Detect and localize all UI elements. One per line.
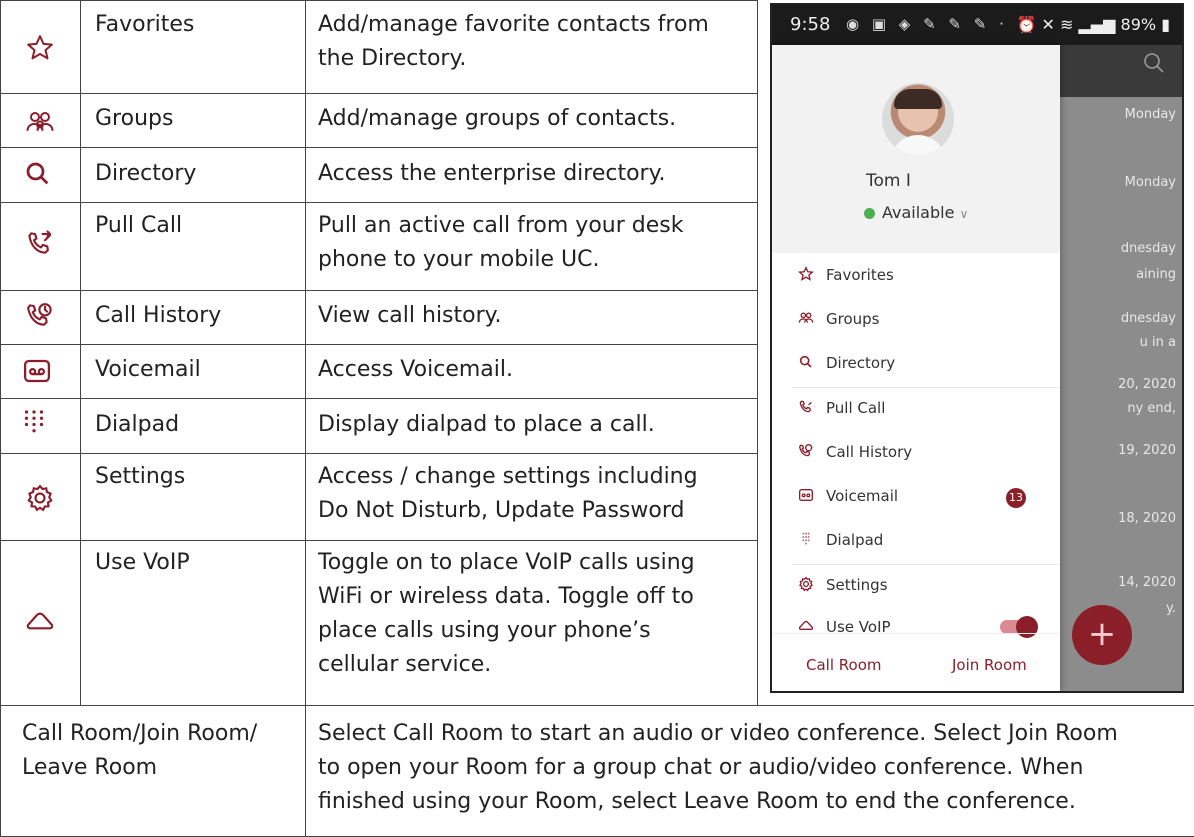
groups-icon xyxy=(798,310,816,328)
feature-desc-dialpad: Display dialpad to place a call. xyxy=(318,412,655,437)
dialpad-icon xyxy=(18,406,50,438)
bg-text: Monday xyxy=(1124,175,1176,190)
feature-name-voicemail: Voicemail xyxy=(95,357,201,382)
feature-name-rooms: Call Room/Join Room/Leave Room xyxy=(22,721,258,780)
signal-icons: ⏰ ✕ ≋ ▂▄▆ xyxy=(1016,15,1121,34)
presence-dot-icon xyxy=(864,208,875,219)
chevron-down-icon: ∨ xyxy=(959,207,969,221)
menu-item-favorites[interactable]: Favorites xyxy=(772,255,1060,299)
dialpad-icon xyxy=(798,531,816,549)
bg-text: u in a xyxy=(1139,335,1176,350)
presence-label: Available xyxy=(882,203,955,222)
feature-desc-rooms: Select Call Room to start an audio or vi… xyxy=(318,721,1118,814)
menu-label: Pull Call xyxy=(826,399,886,417)
call-room-button[interactable]: Call Room xyxy=(806,656,881,674)
pull-call-icon xyxy=(24,228,56,260)
feature-desc-use-voip: Toggle on to place VoIP calls using WiFi … xyxy=(318,550,695,677)
star-icon xyxy=(798,266,816,284)
pull-call-icon xyxy=(798,399,816,417)
menu-item-directory[interactable]: Directory xyxy=(772,343,1060,387)
menu-label: Voicemail xyxy=(826,487,899,505)
menu-item-groups[interactable]: Groups xyxy=(772,299,1060,343)
feature-name-favorites: Favorites xyxy=(95,12,195,37)
bg-text: 19, 2020 xyxy=(1118,443,1176,458)
feature-name-call-history: Call History xyxy=(95,303,222,328)
feature-name-dialpad: Dialpad xyxy=(95,412,180,437)
navigation-drawer: Tom I Available ∨ Favorites Groups Direc… xyxy=(772,45,1060,691)
menu-item-call-history[interactable]: Call History xyxy=(772,432,1060,476)
bg-text: y. xyxy=(1166,601,1176,616)
menu-item-settings[interactable]: Settings xyxy=(772,565,1060,609)
feature-desc-pull-call: Pull an active call from your desk phone … xyxy=(318,213,684,272)
join-room-button[interactable]: Join Room xyxy=(952,656,1027,674)
call-history-icon xyxy=(798,443,816,461)
menu-label: Groups xyxy=(826,310,880,328)
feature-name-pull-call: Pull Call xyxy=(95,213,183,238)
feature-desc-settings: Access / change settings including Do Not… xyxy=(318,464,698,523)
presence-status[interactable]: Available ∨ xyxy=(864,203,968,222)
voicemail-count-badge: 13 xyxy=(1006,488,1026,508)
feature-desc-groups: Add/manage groups of contacts. xyxy=(318,106,677,131)
new-chat-fab[interactable]: + xyxy=(1072,605,1132,665)
avatar[interactable] xyxy=(882,83,954,155)
menu-item-pull-call[interactable]: Pull Call xyxy=(772,388,1060,432)
bg-text: ny end, xyxy=(1127,401,1176,416)
feature-desc-call-history: View call history. xyxy=(318,303,502,328)
menu-label: Call History xyxy=(826,443,913,461)
feature-desc-favorites: Add/manage favorite contacts from the Dir… xyxy=(318,12,709,71)
menu-label: Favorites xyxy=(826,266,894,284)
status-right: ⏰ ✕ ≋ ▂▄▆ 89% ▮ xyxy=(1016,15,1170,34)
bg-text: Monday xyxy=(1124,107,1176,122)
drawer-footer: Call Room Join Room xyxy=(772,633,1060,691)
feature-name-use-voip: Use VoIP xyxy=(95,550,190,575)
search-icon xyxy=(798,354,816,372)
bg-text: aining xyxy=(1136,267,1176,282)
cloud-icon xyxy=(24,606,56,638)
battery-percent: 89% xyxy=(1120,15,1157,34)
settings-gear-icon xyxy=(798,576,816,594)
profile-header: Tom I Available ∨ xyxy=(772,45,1060,253)
search-icon[interactable] xyxy=(1142,51,1168,77)
menu-item-dialpad[interactable]: Dialpad xyxy=(772,520,1060,564)
groups-icon xyxy=(24,106,56,138)
menu-item-voicemail[interactable]: Voicemail 13 xyxy=(772,476,1060,520)
user-name: Tom I xyxy=(866,171,911,191)
call-history-icon xyxy=(24,300,56,332)
bg-text: dnesday xyxy=(1120,241,1176,256)
use-voip-toggle[interactable] xyxy=(1000,616,1038,638)
feature-name-groups: Groups xyxy=(95,106,174,131)
star-icon xyxy=(24,32,56,64)
feature-desc-directory: Access the enterprise directory. xyxy=(318,161,666,186)
voicemail-icon xyxy=(798,487,816,505)
feature-desc-voicemail: Access Voicemail. xyxy=(318,357,513,382)
notification-icons: ◉ ▣ ◈ ✎ ✎ ✎ · xyxy=(846,15,1008,33)
settings-gear-icon xyxy=(24,482,56,514)
menu-label: Dialpad xyxy=(826,531,884,549)
feature-name-directory: Directory xyxy=(95,161,197,186)
bg-text: 14, 2020 xyxy=(1118,575,1176,590)
search-icon xyxy=(22,158,54,190)
status-bar: 9:58 ◉ ▣ ◈ ✎ ✎ ✎ · ⏰ ✕ ≋ ▂▄▆ 89% ▮ xyxy=(772,5,1182,45)
menu-label: Directory xyxy=(826,354,896,372)
status-time: 9:58 xyxy=(790,14,831,35)
bg-text: dnesday xyxy=(1120,311,1176,326)
voicemail-icon xyxy=(21,355,53,387)
bg-text: 18, 2020 xyxy=(1118,511,1176,526)
bg-text: 20, 2020 xyxy=(1118,377,1176,392)
feature-name-settings: Settings xyxy=(95,464,186,489)
menu-label: Settings xyxy=(826,576,888,594)
phone-screenshot: 9:58 ◉ ▣ ◈ ✎ ✎ ✎ · ⏰ ✕ ≋ ▂▄▆ 89% ▮ Monda… xyxy=(770,3,1184,693)
